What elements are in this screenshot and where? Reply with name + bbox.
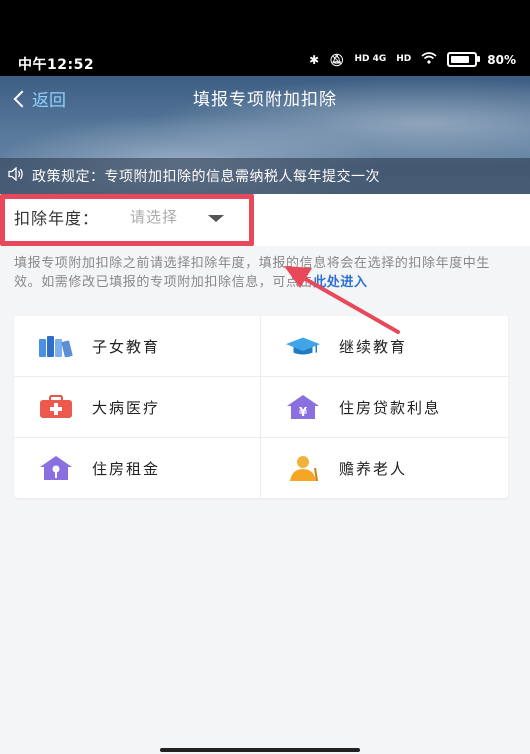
category-label: 住房租金 xyxy=(92,459,161,478)
bluetooth-icon: ✱ xyxy=(309,52,320,67)
wifi-icon xyxy=(421,52,437,67)
category-grid: 子女教育 继续教育 大病医疗 ¥ 住房贷款利息 住房租金 赡养老人 xyxy=(14,316,508,498)
policy-notice: 政策规定：专项附加扣除的信息需纳税人每年提交一次 xyxy=(0,158,530,194)
medical-kit-icon xyxy=(38,393,74,421)
category-housing-rent[interactable]: 住房租金 xyxy=(14,438,261,498)
category-continuing-education[interactable]: 继续教育 xyxy=(261,316,508,376)
hint-body: 填报专项附加扣除之前请选择扣除年度，填报的信息将会在选择的扣除年度中生效。如需修… xyxy=(14,256,491,290)
house-yen-icon: ¥ xyxy=(285,393,321,421)
year-selector-row[interactable]: 扣除年度： 请选择 xyxy=(0,194,530,246)
battery-icon xyxy=(447,52,481,67)
home-indicator[interactable] xyxy=(160,748,360,752)
category-label: 住房贷款利息 xyxy=(339,398,442,417)
graduation-cap-icon xyxy=(285,332,321,360)
signal-icon-1: HD 4G xyxy=(354,54,387,64)
hint-text: 填报专项附加扣除之前请选择扣除年度，填报的信息将会在选择的扣除年度中生效。如需修… xyxy=(14,254,504,292)
battery-percent: 80% xyxy=(487,52,516,67)
svg-text:¥: ¥ xyxy=(299,405,308,419)
category-label: 子女教育 xyxy=(92,337,161,356)
page-title: 填报专项附加扣除 xyxy=(193,90,337,110)
category-elderly-support[interactable]: 赡养老人 xyxy=(261,438,508,498)
category-housing-loan-interest[interactable]: ¥ 住房贷款利息 xyxy=(261,377,508,437)
category-label: 继续教育 xyxy=(339,337,408,356)
status-time: 中午12:52 xyxy=(18,57,95,73)
category-serious-illness[interactable]: 大病医疗 xyxy=(14,377,261,437)
category-label: 赡养老人 xyxy=(339,459,408,478)
house-key-icon xyxy=(38,454,74,482)
category-children-education[interactable]: 子女教育 xyxy=(14,316,261,376)
status-icons: ✱ 🔕︎ HD 4G HD 80% xyxy=(309,52,516,67)
speaker-icon xyxy=(8,166,24,185)
signal-icon-2: HD xyxy=(396,54,412,64)
status-bar: 中午12:52 ✱ 🔕︎ HD 4G HD 80% xyxy=(0,0,530,76)
edit-entry-link[interactable]: 此处进入 xyxy=(313,275,367,290)
notice-text: 政策规定：专项附加扣除的信息需纳税人每年提交一次 xyxy=(32,169,380,185)
books-icon xyxy=(38,332,74,360)
category-label: 大病医疗 xyxy=(92,398,161,417)
annotation-highlight-box xyxy=(0,194,254,246)
elderly-person-icon xyxy=(285,454,321,482)
mute-bell-icon: 🔕︎ xyxy=(329,52,345,67)
